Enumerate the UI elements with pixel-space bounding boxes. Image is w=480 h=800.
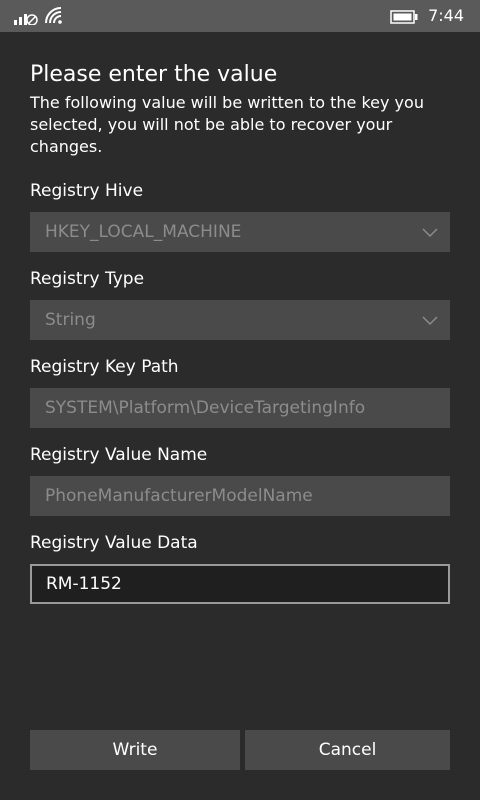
registry-type-label: Registry Type [30,269,145,289]
registry-value-data-value: RM-1152 [46,574,122,594]
clock: 7:44 [428,6,464,25]
registry-hive-dropdown[interactable]: HKEY_LOCAL_MACHINE [30,212,450,252]
registry-value-name-field[interactable]: PhoneManufacturerModelName [30,476,450,516]
registry-hive-value: HKEY_LOCAL_MACHINE [45,222,242,242]
write-button[interactable]: Write [30,730,240,770]
registry-value-name-value: PhoneManufacturerModelName [45,486,313,506]
registry-value-data-input[interactable]: RM-1152 [30,564,450,604]
registry-value-name-label: Registry Value Name [30,445,208,465]
dialog-description: The following value will be written to t… [30,93,424,156]
registry-key-path-value: SYSTEM\Platform\DeviceTargetingInfo [45,398,366,418]
registry-value-data-label: Registry Value Data [30,533,198,553]
registry-key-path-field[interactable]: SYSTEM\Platform\DeviceTargetingInfo [30,388,450,428]
registry-hive-label: Registry Hive [30,181,144,201]
cancel-button[interactable]: Cancel [245,730,450,770]
chevron-down-icon [422,228,438,238]
signal-icon [14,14,38,25]
status-bar: 7:44 [0,0,480,32]
wifi-icon [45,7,62,24]
registry-type-dropdown[interactable]: String [30,300,450,340]
chevron-down-icon [422,316,438,326]
registry-key-path-label: Registry Key Path [30,357,179,377]
dialog-title: Please enter the value [30,62,278,87]
registry-type-value: String [45,310,96,330]
dialog-header: Please enter the value The following val… [30,60,450,158]
battery-icon [390,10,418,24]
